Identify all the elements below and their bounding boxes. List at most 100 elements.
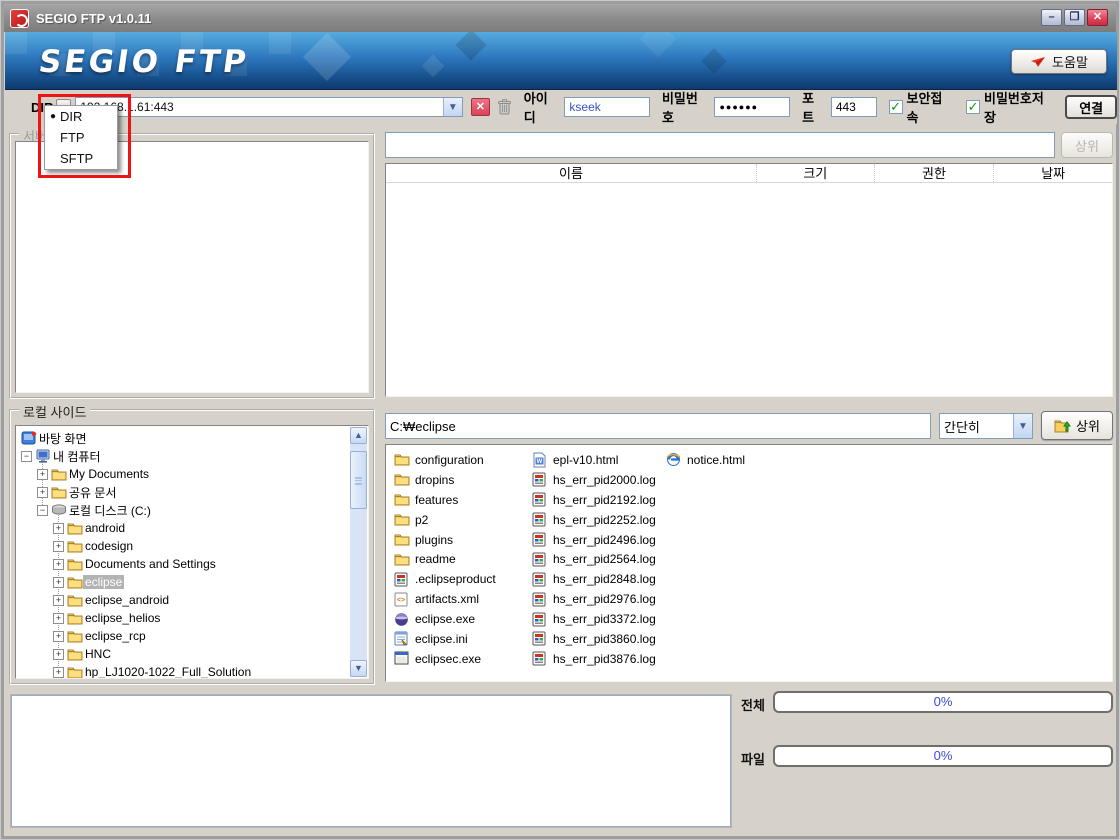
column-header-2[interactable]: 권한 [875, 164, 995, 182]
mode-menu-item-sftp[interactable]: SFTP [45, 148, 117, 169]
file-item[interactable]: <>artifacts.xml [394, 589, 496, 609]
port-label: 포트 [802, 88, 826, 126]
expand-icon[interactable]: + [53, 613, 64, 624]
file-item[interactable]: eclipse.ini [394, 629, 496, 649]
html-icon: W [532, 452, 548, 467]
tree-item[interactable]: +eclipse_rcp [17, 627, 350, 645]
file-item[interactable]: Wepl-v10.html [532, 450, 656, 470]
port-input[interactable]: 443 [831, 97, 877, 117]
local-path-input[interactable]: C:₩eclipse [385, 413, 931, 439]
expand-icon[interactable]: + [53, 631, 64, 642]
expand-icon[interactable]: + [53, 649, 64, 660]
clear-address-button[interactable]: ✕ [471, 98, 490, 116]
server-file-list[interactable]: 이름크기권한날짜 [385, 163, 1113, 397]
file-item[interactable]: readme [394, 549, 496, 569]
scrollbar-thumb[interactable] [350, 451, 367, 509]
tree-item[interactable]: +Documents and Settings [17, 555, 350, 573]
column-header-3[interactable]: 날짜 [994, 164, 1112, 182]
expand-icon[interactable]: + [53, 577, 64, 588]
file-item-label: notice.html [687, 453, 745, 467]
address-dropdown-icon[interactable]: ▼ [443, 98, 462, 116]
tree-item-label: eclipse [83, 575, 124, 589]
tree-item[interactable]: +My Documents [17, 465, 350, 483]
close-button[interactable]: ✕ [1087, 9, 1108, 26]
file-item[interactable]: .eclipseproduct [394, 569, 496, 589]
minimize-button[interactable]: – [1041, 9, 1062, 26]
secure-connect-checkbox[interactable]: ✓ [889, 100, 903, 114]
file-item[interactable]: hs_err_pid3372.log [532, 609, 656, 629]
log-icon [532, 512, 548, 527]
tree-item[interactable]: −로컬 디스크 (C:) [17, 501, 350, 519]
folder-icon [51, 485, 67, 499]
file-item[interactable]: hs_err_pid2564.log [532, 549, 656, 569]
file-item[interactable]: plugins [394, 530, 496, 550]
expand-icon[interactable]: + [53, 523, 64, 534]
expand-icon[interactable]: + [53, 541, 64, 552]
expand-icon[interactable]: + [53, 667, 64, 678]
file-item-label: hs_err_pid2976.log [553, 592, 656, 606]
help-button[interactable]: 도움말 [1011, 49, 1107, 74]
tree-item[interactable]: +eclipse_android [17, 591, 350, 609]
scroll-down-icon[interactable]: ▼ [350, 660, 367, 677]
tree-item[interactable]: + android [17, 519, 350, 537]
trash-icon[interactable] [497, 99, 512, 116]
tree-item[interactable]: +eclipse_helios [17, 609, 350, 627]
mode-menu-item-dir[interactable]: ●DIR [45, 106, 117, 127]
tree-item[interactable]: + eclipse [17, 573, 350, 591]
server-path-input[interactable] [385, 132, 1055, 158]
local-side-group-label: 로컬 사이드 [19, 402, 90, 421]
view-mode-select[interactable]: 간단히 ▼ [939, 413, 1033, 439]
log-icon [532, 532, 548, 547]
tree-item-label: android [83, 521, 127, 535]
file-item[interactable]: hs_err_pid2252.log [532, 510, 656, 530]
file-item[interactable]: hs_err_pid2848.log [532, 569, 656, 589]
eclipse-icon [394, 612, 410, 627]
file-item[interactable]: dropins [394, 470, 496, 490]
tree-item[interactable]: −내 컴퓨터 [17, 447, 350, 465]
transfer-log-area[interactable] [11, 695, 731, 827]
column-header-1[interactable]: 크기 [757, 164, 875, 182]
expand-icon[interactable]: + [37, 469, 48, 480]
file-item[interactable]: hs_err_pid2496.log [532, 530, 656, 550]
local-folder-tree[interactable]: 바탕 화면−내 컴퓨터+My Documents+공유 문서−로컬 디스크 (C… [15, 425, 369, 679]
file-item[interactable]: hs_err_pid3860.log [532, 629, 656, 649]
file-item[interactable]: configuration [394, 450, 496, 470]
server-up-button[interactable]: 상위 [1061, 132, 1113, 158]
file-item[interactable]: p2 [394, 510, 496, 530]
expand-icon[interactable]: + [37, 487, 48, 498]
title-bar[interactable]: SEGIO FTP v1.0.11 –❐✕ [4, 4, 1116, 32]
tree-item[interactable]: +HNC [17, 645, 350, 663]
tree-scrollbar[interactable]: ▲ ▼ [350, 427, 367, 677]
password-input[interactable]: ●●●●●● [714, 97, 790, 117]
local-file-list[interactable]: configurationdropinsfeaturesp2pluginsrea… [385, 444, 1113, 682]
connect-button[interactable]: 연결 [1065, 95, 1117, 119]
local-up-button[interactable]: 상위 [1041, 411, 1113, 440]
id-input[interactable]: kseek [564, 97, 650, 117]
server-tree-area[interactable] [15, 141, 369, 393]
address-input[interactable]: 192.168.1.61:443 [75, 97, 463, 117]
tree-item[interactable]: 바탕 화면 [17, 429, 350, 447]
view-mode-dropdown-icon[interactable]: ▼ [1013, 414, 1032, 438]
tree-item[interactable]: +공유 문서 [17, 483, 350, 501]
file-item-label: eclipse.exe [415, 612, 475, 626]
file-item[interactable]: hs_err_pid3876.log [532, 649, 656, 669]
file-item[interactable]: features [394, 490, 496, 510]
column-header-0[interactable]: 이름 [386, 164, 757, 182]
save-password-checkbox[interactable]: ✓ [966, 100, 980, 114]
scroll-up-icon[interactable]: ▲ [350, 427, 367, 444]
tree-item[interactable]: +codesign [17, 537, 350, 555]
maximize-button[interactable]: ❐ [1064, 9, 1085, 26]
collapse-icon[interactable]: − [21, 451, 32, 462]
collapse-icon[interactable]: − [37, 505, 48, 516]
file-item[interactable]: hs_err_pid2000.log [532, 470, 656, 490]
file-item[interactable]: eclipsec.exe [394, 649, 496, 669]
mode-menu-item-ftp[interactable]: FTP [45, 127, 117, 148]
save-password-label: 비밀번호저장 [984, 88, 1055, 126]
file-item[interactable]: eclipse.exe [394, 609, 496, 629]
expand-icon[interactable]: + [53, 559, 64, 570]
file-item[interactable]: hs_err_pid2192.log [532, 490, 656, 510]
expand-icon[interactable]: + [53, 595, 64, 606]
tree-item[interactable]: +hp_LJ1020-1022_Full_Solution [17, 663, 350, 679]
file-item[interactable]: notice.html [666, 450, 745, 470]
file-item[interactable]: hs_err_pid2976.log [532, 589, 656, 609]
